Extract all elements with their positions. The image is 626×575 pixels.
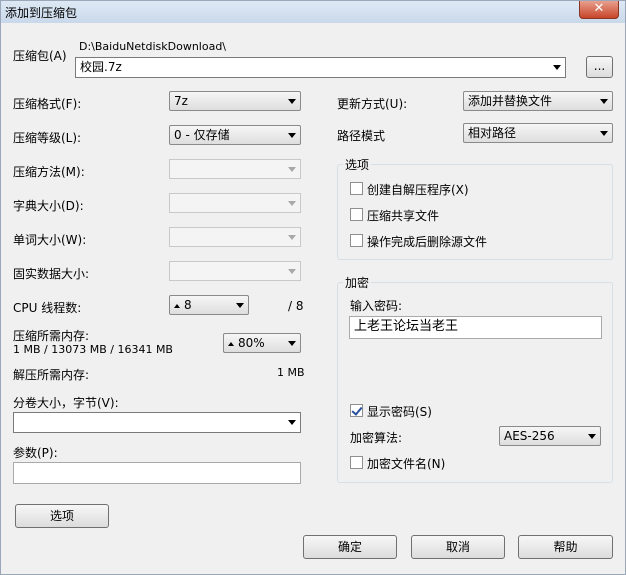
algo-label: 加密算法: [350,431,403,445]
format-label: 压缩格式(F): [13,97,82,111]
format-select[interactable]: 7z [169,91,301,111]
sfx-label: 创建自解压程序(X) [367,183,469,197]
algo-value: AES-256 [504,429,555,443]
archive-name-combobox[interactable]: 校园.7z [75,57,566,78]
level-select[interactable]: 0 - 仅存储 [169,125,301,145]
close-button[interactable]: ✕ [579,1,619,19]
chevron-down-icon [236,303,244,308]
method-label: 压缩方法(M): [13,165,85,179]
add-to-archive-dialog: 添加到压缩包 ✕ 压缩包(A) D:\BaiduNetdiskDownload\… [0,0,626,575]
threads-select[interactable]: 8 [169,295,249,315]
method-select[interactable] [169,159,301,179]
chevron-down-icon [288,133,296,138]
solid-select[interactable] [169,261,301,281]
pathmode-value: 相对路径 [468,126,517,140]
window-title: 添加到压缩包 [5,6,78,20]
sfx-checkbox[interactable] [350,182,363,195]
params-label: 参数(P): [13,446,58,460]
dict-label: 字典大小(D): [13,199,84,213]
archive-label: 压缩包(A) [13,49,67,63]
mem-comp-label: 压缩所需内存: [13,329,90,343]
encryption-group-title: 加密 [343,274,372,291]
threads-value: 8 [184,298,192,312]
browse-button[interactable]: ... [586,56,613,78]
update-value: 添加并替换文件 [468,94,553,108]
chevron-down-icon [288,167,296,172]
pathmode-label: 路径模式 [337,129,386,143]
update-label: 更新方式(U): [337,97,408,111]
spin-up-icon [228,341,234,346]
update-select[interactable]: 添加并替换文件 [463,91,613,111]
level-value: 0 - 仅存储 [174,128,230,142]
mem-percent-value: 80% [238,336,265,350]
mem-comp-value: 1 MB / 13073 MB / 16341 MB [13,343,173,356]
spin-up-icon [174,303,180,308]
chevron-down-icon [288,99,296,104]
volume-combobox[interactable] [13,412,301,433]
shared-checkbox[interactable] [350,208,363,221]
mem-decomp-value: 1 MB [277,366,305,379]
chevron-down-icon [600,131,608,136]
chevron-down-icon [288,341,296,346]
delete-checkbox[interactable] [350,234,363,247]
title-bar: 添加到压缩包 ✕ [1,1,625,23]
mem-percent-select[interactable]: 80% [223,333,301,353]
archive-path: D:\BaiduNetdiskDownload\ [79,40,227,53]
chevron-down-icon [588,434,596,439]
show-password-checkbox[interactable] [350,404,363,417]
help-button[interactable]: 帮助 [518,535,613,559]
threads-label: CPU 线程数: [13,301,82,315]
mem-decomp-label: 解压所需内存: [13,368,90,382]
password-input[interactable]: 上老王论坛当老王 [349,316,602,339]
solid-label: 固实数据大小: [13,267,90,281]
encrypt-names-checkbox[interactable] [350,456,363,469]
chevron-down-icon [288,420,296,425]
cancel-button[interactable]: 取消 [411,535,505,559]
encrypt-names-label: 加密文件名(N) [367,457,446,471]
password-label: 输入密码: [350,299,403,313]
show-password-label: 显示密码(S) [367,405,432,419]
chevron-down-icon [600,99,608,104]
delete-label: 操作完成后删除源文件 [367,235,488,249]
volume-label: 分卷大小，字节(V): [13,396,119,410]
options-group-title: 选项 [343,156,372,173]
ok-button[interactable]: 确定 [303,535,397,559]
chevron-down-icon [288,235,296,240]
word-label: 单词大小(W): [13,233,87,247]
options-button[interactable]: 选项 [15,504,109,528]
dict-select[interactable] [169,193,301,213]
params-input[interactable] [13,462,301,484]
chevron-down-icon [288,269,296,274]
chevron-down-icon [553,65,561,70]
archive-name-text: 校园.7z [80,60,122,74]
level-label: 压缩等级(L): [13,131,82,145]
pathmode-select[interactable]: 相对路径 [463,123,613,143]
word-select[interactable] [169,227,301,247]
algo-select[interactable]: AES-256 [499,426,601,446]
shared-label: 压缩共享文件 [367,209,440,223]
threads-max: / 8 [288,299,304,313]
format-value: 7z [174,94,188,108]
chevron-down-icon [288,201,296,206]
